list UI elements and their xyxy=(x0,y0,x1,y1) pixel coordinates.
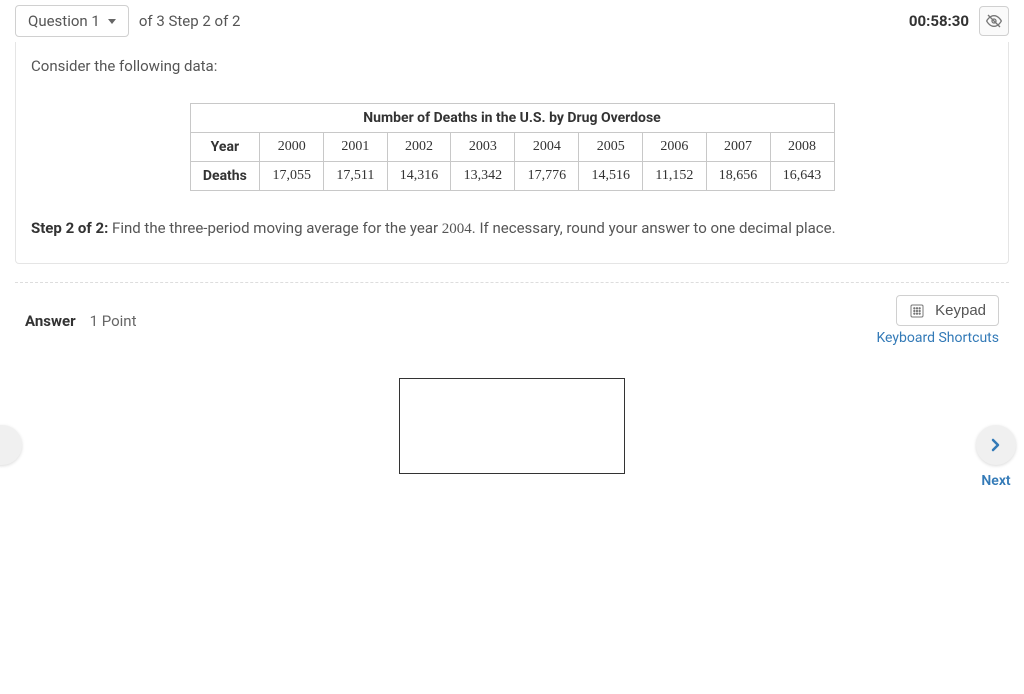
year-cell: 2001 xyxy=(324,133,387,162)
instruction-pre: Find the three-period moving average for… xyxy=(108,219,441,237)
death-cell: 14,316 xyxy=(387,162,451,191)
step-label: Step 2 of 2: xyxy=(31,219,108,237)
answer-section: Answer 1 Point Keypad Keyboard Shor xyxy=(15,295,1009,474)
instruction-year: 2004 xyxy=(442,221,472,237)
intro-text: Consider the following data: xyxy=(31,57,993,75)
eye-slash-icon xyxy=(986,13,1002,29)
step-instruction: Step 2 of 2: Find the three-period movin… xyxy=(31,219,993,238)
year-cell: 2007 xyxy=(706,133,770,162)
step-indicator: of 3 Step 2 of 2 xyxy=(139,12,241,30)
keyboard-shortcuts-link[interactable]: Keyboard Shortcuts xyxy=(876,330,999,346)
question-label: Question 1 xyxy=(28,12,100,30)
question-panel: Consider the following data: Number of D… xyxy=(15,42,1009,264)
points-label: 1 Point xyxy=(90,312,137,330)
deaths-header: Deaths xyxy=(190,162,260,191)
year-cell: 2005 xyxy=(579,133,643,162)
year-row: Year 2000 2001 2002 2003 2004 2005 2006 … xyxy=(190,133,834,162)
chevron-right-icon xyxy=(991,438,1001,452)
next-circle xyxy=(976,425,1016,465)
next-label: Next xyxy=(981,473,1010,489)
year-cell: 2006 xyxy=(643,133,706,162)
death-cell: 16,643 xyxy=(770,162,834,191)
death-cell: 11,152 xyxy=(643,162,706,191)
keypad-label: Keypad xyxy=(935,302,986,319)
year-cell: 2002 xyxy=(387,133,451,162)
year-cell: 2008 xyxy=(770,133,834,162)
question-dropdown[interactable]: Question 1 xyxy=(15,5,129,37)
year-cell: 2000 xyxy=(260,133,324,162)
death-cell: 17,511 xyxy=(324,162,387,191)
next-button[interactable]: Next xyxy=(976,425,1016,489)
death-cell: 17,776 xyxy=(515,162,579,191)
year-cell: 2003 xyxy=(451,133,515,162)
instruction-post: . If necessary, round your answer to one… xyxy=(472,219,836,237)
top-bar: Question 1 of 3 Step 2 of 2 00:58:30 xyxy=(0,0,1024,42)
hide-timer-button[interactable] xyxy=(979,6,1009,36)
answer-header: Answer 1 Point Keypad Keyboard Shor xyxy=(25,295,999,346)
year-cell: 2004 xyxy=(515,133,579,162)
answer-input[interactable] xyxy=(399,378,625,474)
chevron-down-icon xyxy=(108,19,116,24)
timer-area: 00:58:30 xyxy=(909,6,1009,36)
keypad-icon xyxy=(909,303,925,319)
data-table: Number of Deaths in the U.S. by Drug Ove… xyxy=(190,103,835,191)
death-cell: 13,342 xyxy=(451,162,515,191)
divider xyxy=(15,282,1009,283)
year-header: Year xyxy=(190,133,260,162)
table-title: Number of Deaths in the U.S. by Drug Ove… xyxy=(190,104,834,133)
keypad-button[interactable]: Keypad xyxy=(896,295,999,326)
keypad-area: Keypad Keyboard Shortcuts xyxy=(876,295,999,346)
answer-label: Answer xyxy=(25,312,76,330)
answer-input-wrap xyxy=(25,378,999,474)
death-cell: 17,055 xyxy=(260,162,324,191)
deaths-row: Deaths 17,055 17,511 14,316 13,342 17,77… xyxy=(190,162,834,191)
death-cell: 14,516 xyxy=(579,162,643,191)
death-cell: 18,656 xyxy=(706,162,770,191)
timer: 00:58:30 xyxy=(909,12,969,30)
